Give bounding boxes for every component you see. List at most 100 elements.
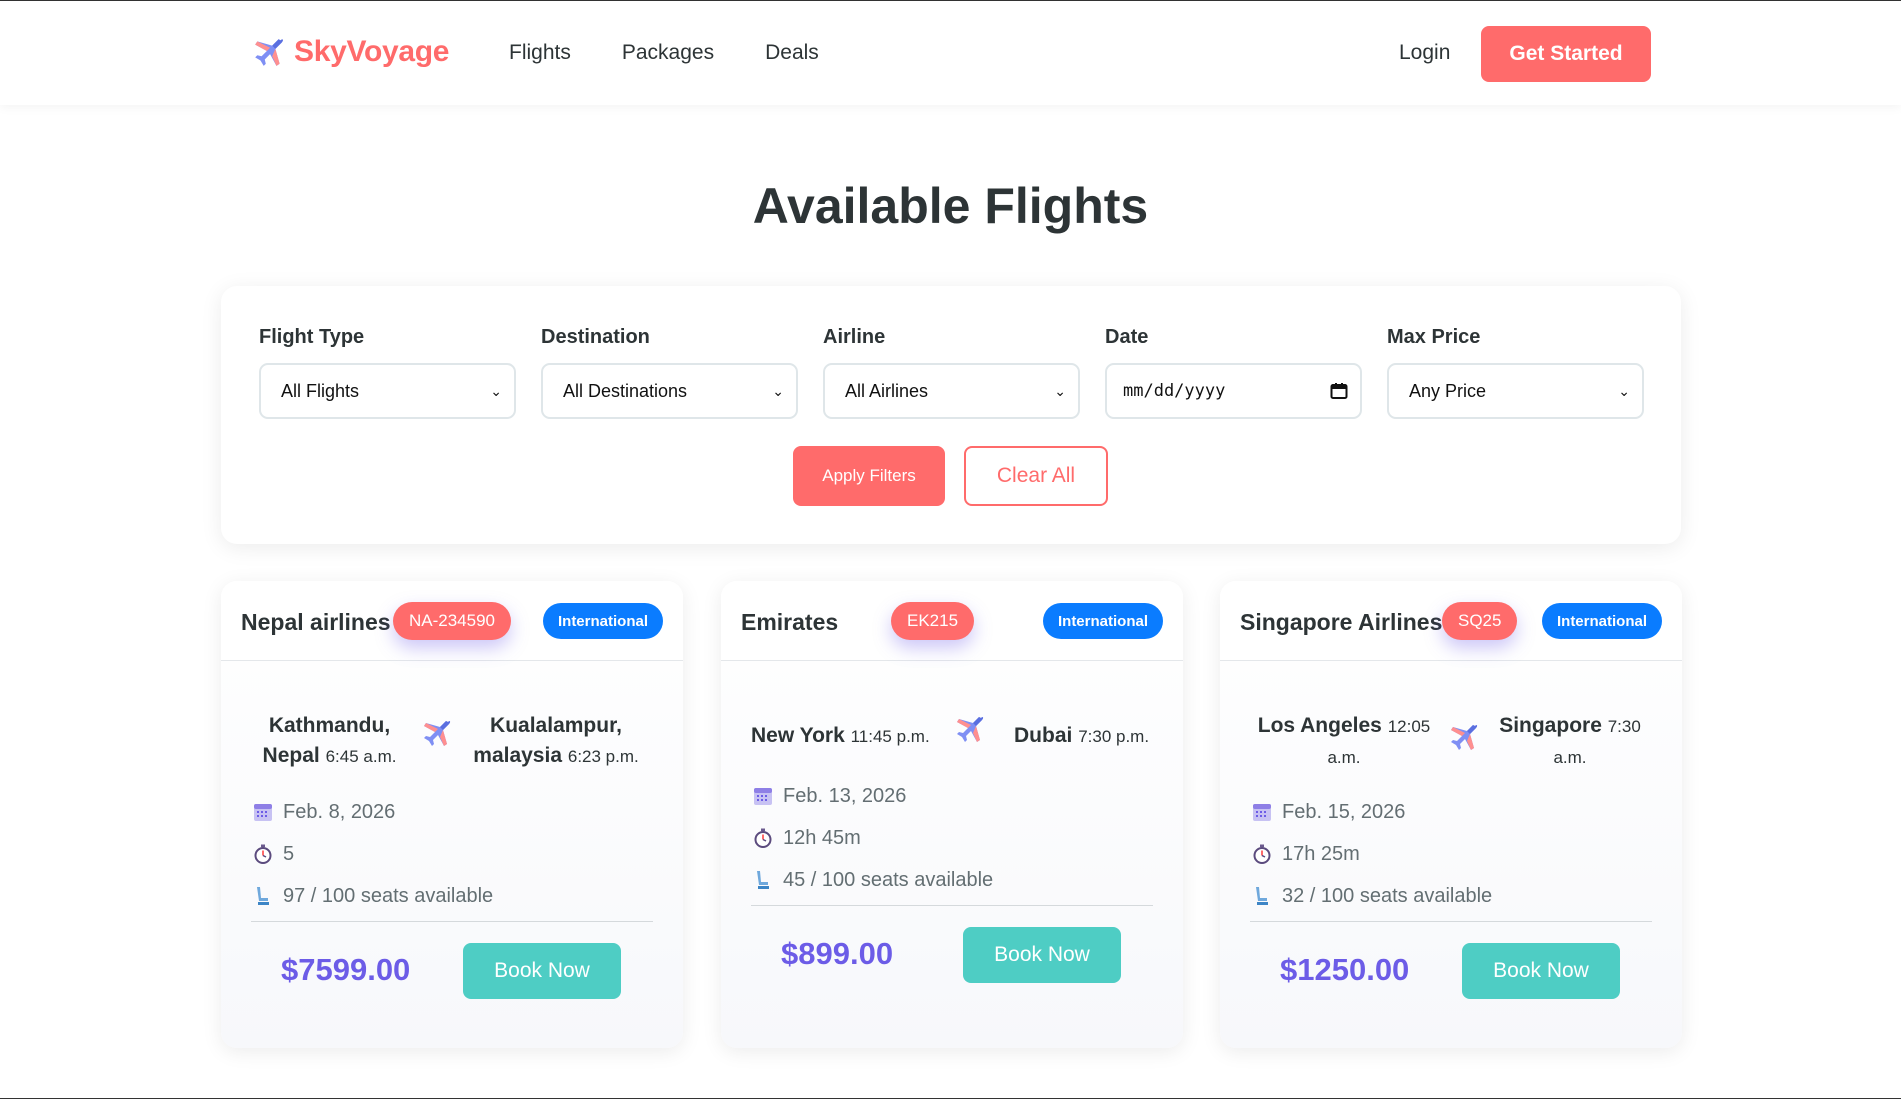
nav-link-deals[interactable]: Deals <box>765 41 819 65</box>
duration-text: 17h 25m <box>1282 842 1360 865</box>
flight-card: Nepal airlines NA-234590 International K… <box>221 581 683 1048</box>
seats-text: 32 / 100 seats available <box>1282 884 1493 907</box>
chevron-down-icon: ⌄ <box>1618 382 1630 399</box>
flight-seats: 45 / 100 seats available <box>753 859 993 901</box>
flight-date: Feb. 8, 2026 <box>253 791 493 833</box>
nav-link-packages[interactable]: Packages <box>622 41 714 65</box>
clear-all-button[interactable]: Clear All <box>964 446 1108 506</box>
city-name: Los Angeles <box>1257 714 1382 737</box>
city-name: New York <box>751 724 845 747</box>
flight-meta: Feb. 8, 2026 5 97 / 100 seats available <box>253 791 493 917</box>
departure-city: Kathmandu, Nepal 6:45 a.m. <box>257 711 402 772</box>
nav-link-flights[interactable]: Flights <box>509 41 571 65</box>
card-header: Singapore Airlines SQ25 International <box>1220 581 1682 661</box>
arrival-time: a.m. <box>1553 748 1587 767</box>
date-text: Feb. 15, 2026 <box>1282 800 1406 823</box>
calendar-icon[interactable] <box>1330 382 1348 400</box>
airline-select[interactable]: All Airlines ⌄ <box>823 363 1080 419</box>
stopwatch-icon <box>1252 844 1272 864</box>
card-header: Nepal airlines NA-234590 International <box>221 581 683 661</box>
flight-type-badge: International <box>542 603 663 639</box>
nav-links: Flights Packages Deals <box>509 41 819 65</box>
flight-code-badge: SQ25 <box>1442 602 1518 640</box>
flight-duration: 17h 25m <box>1252 833 1492 875</box>
airplane-icon <box>252 35 286 69</box>
airplane-icon <box>1448 721 1480 753</box>
chevron-down-icon: ⌄ <box>772 382 784 399</box>
departure-time: a.m. <box>1327 748 1361 767</box>
arrival-time: 7:30 <box>1607 717 1641 736</box>
seat-icon <box>753 870 773 890</box>
flight-seats: 32 / 100 seats available <box>1252 875 1492 917</box>
filter-destination: Destination All Destinations ⌄ <box>541 326 798 419</box>
airplane-icon <box>421 717 453 749</box>
select-value: All Destinations <box>563 380 688 401</box>
city-name: Singapore <box>1499 714 1602 737</box>
book-now-button[interactable]: Book Now <box>1462 943 1620 999</box>
flight-meta: Feb. 13, 2026 12h 45m 45 / 100 seats ava… <box>753 775 993 901</box>
filter-label: Date <box>1105 326 1149 348</box>
city-name: Nepal <box>262 744 320 767</box>
login-link[interactable]: Login <box>1399 41 1450 65</box>
arrival-city: Kualalampur, malaysia 6:23 p.m. <box>461 711 651 772</box>
arrival-city: Dubai 7:30 p.m. <box>1014 721 1149 752</box>
city-name: Dubai <box>1014 724 1073 747</box>
flight-card: Emirates EK215 International New York 11… <box>721 581 1183 1048</box>
airline-name: Singapore Airlines <box>1240 609 1443 635</box>
flight-duration: 12h 45m <box>753 817 993 859</box>
get-started-button[interactable]: Get Started <box>1481 26 1651 82</box>
seats-text: 45 / 100 seats available <box>783 868 994 891</box>
departure-time: 12:05 <box>1387 717 1431 736</box>
date-input[interactable]: mm/dd/yyyy <box>1105 363 1362 419</box>
book-now-button[interactable]: Book Now <box>463 943 621 999</box>
city-name: Kathmandu, <box>268 714 391 737</box>
calendar-icon <box>253 802 273 822</box>
stopwatch-icon <box>753 828 773 848</box>
date-placeholder: mm/dd/yyyy <box>1123 381 1226 401</box>
filter-max-price: Max Price Any Price ⌄ <box>1387 326 1644 419</box>
duration-text: 12h 45m <box>783 826 861 849</box>
calendar-icon <box>753 786 773 806</box>
filter-panel: Flight Type All Flights ⌄ Destination Al… <box>221 286 1681 544</box>
airplane-icon <box>954 713 986 745</box>
destination-select[interactable]: All Destinations ⌄ <box>541 363 798 419</box>
filter-label: Max Price <box>1387 326 1481 348</box>
date-text: Feb. 13, 2026 <box>783 784 907 807</box>
filter-flight-type: Flight Type All Flights ⌄ <box>259 326 516 419</box>
departure-time: 11:45 p.m. <box>850 727 930 746</box>
city-name: malaysia <box>473 744 563 767</box>
book-now-button[interactable]: Book Now <box>963 927 1121 983</box>
card-divider <box>251 921 653 922</box>
flight-code-badge: EK215 <box>891 602 975 640</box>
arrival-city: Singapore 7:30 a.m. <box>1490 711 1650 773</box>
airline-name: Emirates <box>741 609 839 635</box>
arrival-time: 6:23 p.m. <box>567 747 639 766</box>
filter-airline: Airline All Airlines ⌄ <box>823 326 1080 419</box>
filter-date: Date mm/dd/yyyy <box>1105 326 1362 419</box>
flight-code-badge: NA-234590 <box>393 602 512 640</box>
top-navbar: SkyVoyage Flights Packages Deals Login G… <box>0 1 1901 105</box>
flight-seats: 97 / 100 seats available <box>253 875 493 917</box>
seats-text: 97 / 100 seats available <box>283 884 494 907</box>
card-divider <box>751 905 1153 906</box>
flight-date: Feb. 15, 2026 <box>1252 791 1492 833</box>
brand-logo[interactable]: SkyVoyage <box>252 35 449 69</box>
chevron-down-icon: ⌄ <box>490 382 502 399</box>
filter-label: Destination <box>541 326 650 348</box>
brand-name: SkyVoyage <box>294 35 450 68</box>
flight-price: $1250.00 <box>1280 952 1410 987</box>
flight-date: Feb. 13, 2026 <box>753 775 993 817</box>
departure-city: Los Angeles 12:05 a.m. <box>1254 711 1434 773</box>
flight-type-badge: International <box>1042 603 1163 639</box>
select-value: All Flights <box>281 380 360 401</box>
flight-type-select[interactable]: All Flights ⌄ <box>259 363 516 419</box>
card-divider <box>1250 921 1652 922</box>
seat-icon <box>253 886 273 906</box>
flight-duration: 5 <box>253 833 493 875</box>
filter-label: Flight Type <box>259 326 365 348</box>
flight-meta: Feb. 15, 2026 17h 25m 32 / 100 seats ava… <box>1252 791 1492 917</box>
max-price-select[interactable]: Any Price ⌄ <box>1387 363 1644 419</box>
date-text: Feb. 8, 2026 <box>283 800 396 823</box>
departure-time: 6:45 a.m. <box>325 747 397 766</box>
apply-filters-button[interactable]: Apply Filters <box>793 446 945 506</box>
